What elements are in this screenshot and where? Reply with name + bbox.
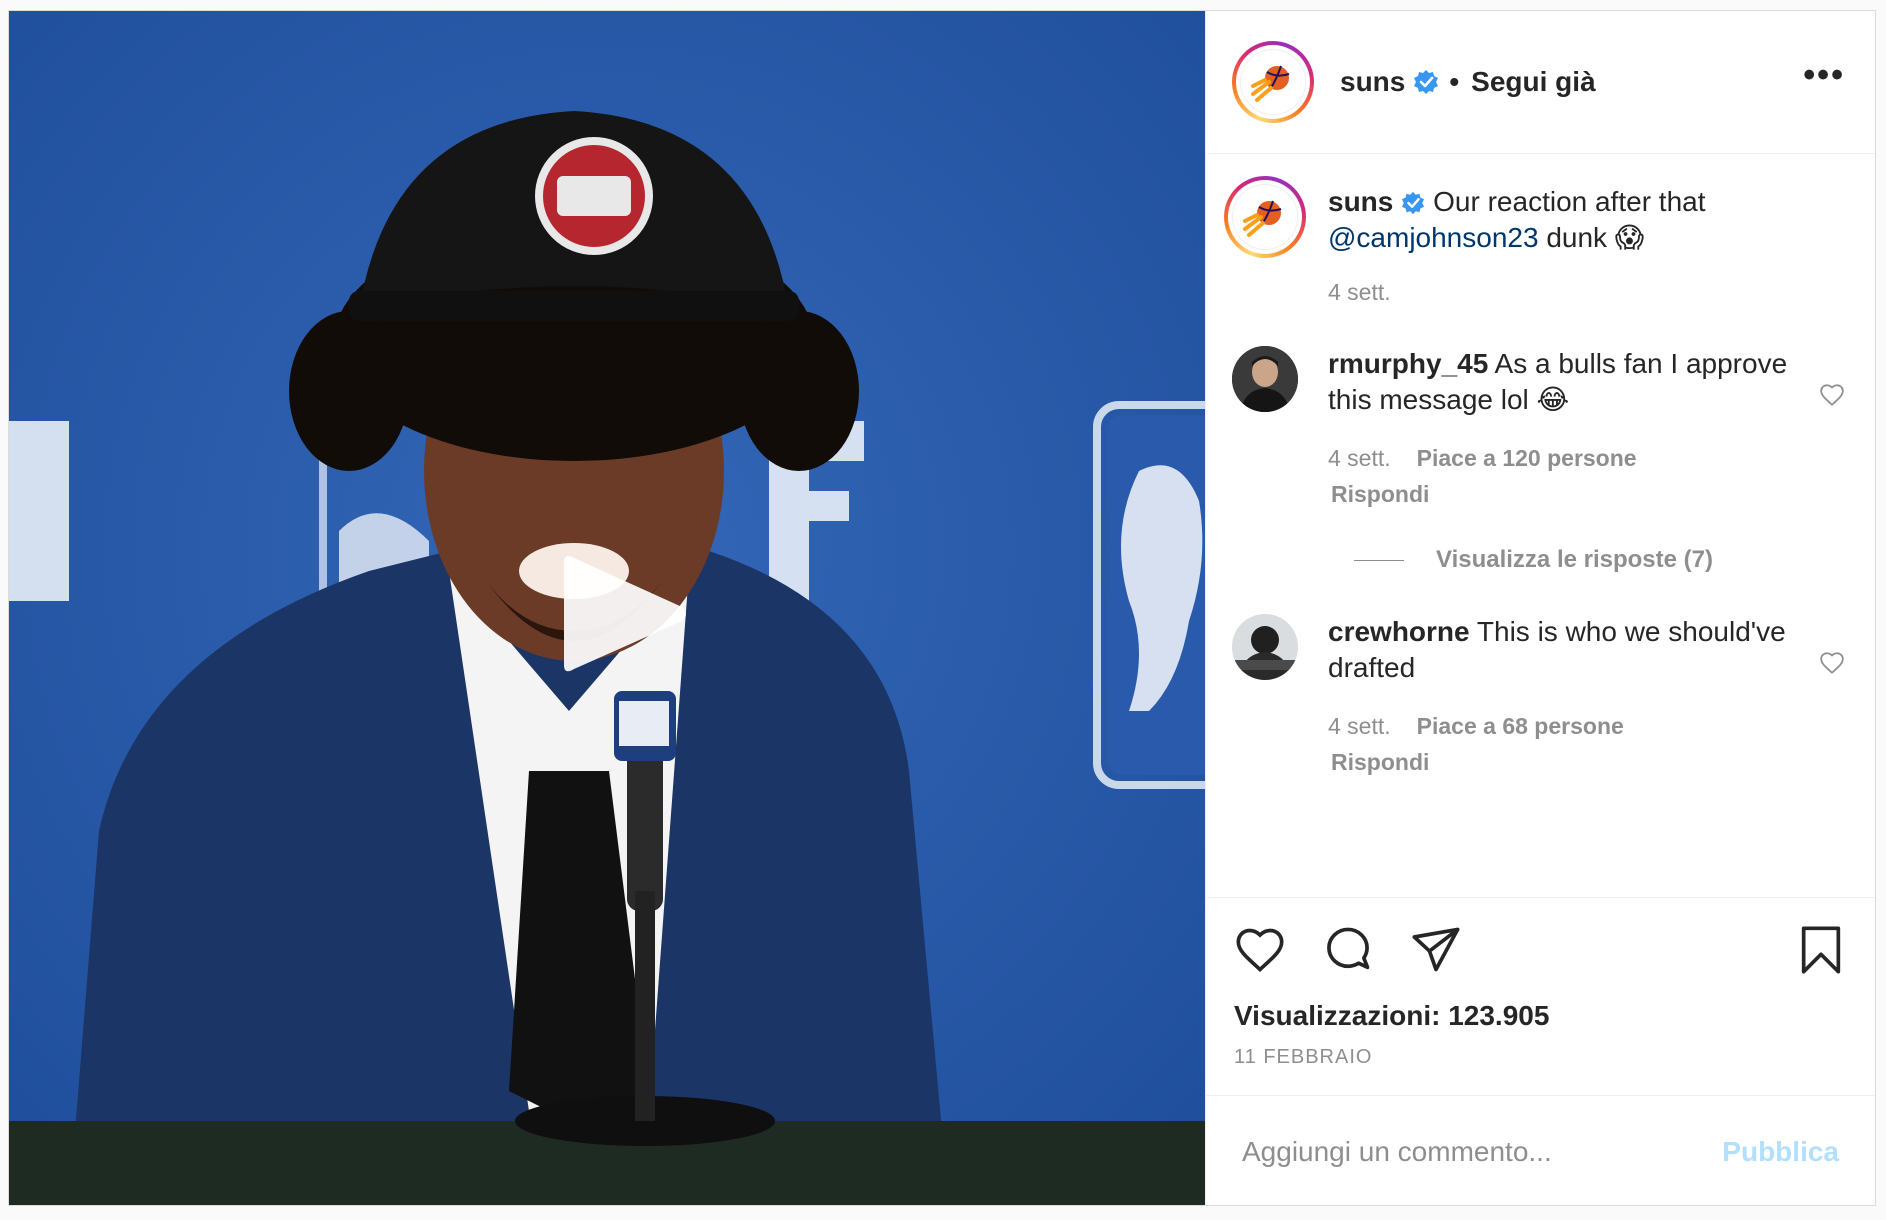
comment-likes[interactable]: Piace a 120 persone (1417, 445, 1637, 471)
caption: suns Our reaction after that @camjohnson… (1224, 176, 1845, 310)
avatar-frame (1228, 180, 1302, 254)
replies-divider (1354, 559, 1404, 561)
comment-username[interactable]: rmurphy_45 (1328, 348, 1488, 379)
comment-likes[interactable]: Piace a 68 persone (1417, 713, 1624, 739)
header-username[interactable]: suns (1340, 66, 1405, 98)
caption-time[interactable]: 4 sett. (1328, 279, 1391, 305)
view-replies-label: Visualizza le risposte (7) (1436, 546, 1713, 573)
post-actions: Visualizzazioni: 123.905 11 FEBBRAIO (1206, 897, 1875, 1095)
account-avatar[interactable] (1232, 41, 1314, 123)
post-sidebar: suns • Segui già ••• suns Our reaction a… (1205, 11, 1875, 1205)
reply-button[interactable]: Rispondi (1331, 476, 1762, 512)
comment-meta: 4 sett. Piace a 120 persone Rispondi (1328, 440, 1788, 512)
comment-time[interactable]: 4 sett. (1328, 713, 1391, 739)
reply-button[interactable]: Rispondi (1331, 744, 1762, 780)
user-photo (1232, 346, 1298, 412)
comment-item: rmurphy_45 As a bulls fan I approve this… (1232, 346, 1845, 512)
caption-text-before: Our reaction after that (1433, 186, 1706, 217)
verified-badge-icon (1402, 191, 1425, 215)
comment-body: rmurphy_45 As a bulls fan I approve this… (1328, 346, 1788, 512)
sun-basketball-icon (1251, 65, 1290, 102)
view-replies-button[interactable]: Visualizza le risposte (7) (1354, 546, 1845, 574)
comment-text: crewhorne This is who we should've draft… (1328, 614, 1788, 686)
heart-icon[interactable] (1819, 650, 1845, 676)
instagram-post: suns • Segui già ••• suns Our reaction a… (8, 10, 1876, 1206)
publish-button[interactable]: Pubblica (1722, 1136, 1839, 1168)
view-count[interactable]: Visualizzazioni: 123.905 (1234, 1000, 1847, 1032)
caption-mention-link[interactable]: @camjohnson23 (1328, 222, 1539, 253)
suns-logo-icon (1240, 49, 1306, 115)
comment-input[interactable] (1242, 1135, 1723, 1168)
caption-text: suns Our reaction after that @camjohnson… (1328, 184, 1788, 256)
bookmark-icon[interactable] (1795, 924, 1847, 976)
comment-avatar[interactable] (1232, 346, 1298, 412)
user-photo (1232, 614, 1298, 680)
caption-text-after: dunk 😱 (1546, 222, 1645, 253)
caption-meta: 4 sett. (1328, 274, 1788, 310)
suns-logo-icon (1232, 184, 1298, 250)
heart-icon[interactable] (1234, 924, 1286, 976)
play-icon[interactable] (560, 549, 690, 679)
comments-section: suns Our reaction after that @camjohnson… (1206, 154, 1875, 897)
post-header: suns • Segui già ••• (1206, 11, 1875, 154)
verified-badge-icon (1414, 70, 1439, 94)
caption-body: suns Our reaction after that @camjohnson… (1328, 184, 1788, 310)
avatar-frame (1236, 45, 1310, 119)
heart-icon[interactable] (1819, 382, 1845, 408)
post-date[interactable]: 11 FEBBRAIO (1234, 1046, 1847, 1069)
action-icons (1234, 924, 1847, 976)
paper-plane-icon[interactable] (1410, 924, 1462, 976)
comment-avatar[interactable] (1232, 614, 1298, 680)
more-options-icon[interactable]: ••• (1803, 58, 1845, 106)
add-comment-bar: Pubblica (1206, 1095, 1875, 1205)
follow-status-button[interactable]: Segui già (1471, 66, 1595, 98)
caption-username[interactable]: suns (1328, 186, 1393, 217)
comment-meta: 4 sett. Piace a 68 persone Rispondi (1328, 708, 1788, 780)
post-video[interactable] (9, 11, 1205, 1205)
comment-body: crewhorne This is who we should've draft… (1328, 614, 1788, 780)
comment-text: rmurphy_45 As a bulls fan I approve this… (1328, 346, 1788, 418)
caption-avatar[interactable] (1224, 176, 1306, 258)
header-separator: • (1449, 66, 1460, 97)
comment-time[interactable]: 4 sett. (1328, 445, 1391, 471)
comment-username[interactable]: crewhorne (1328, 616, 1470, 647)
comment-bubble-icon[interactable] (1322, 924, 1374, 976)
sun-basketball-icon (1243, 200, 1282, 237)
comment-item: crewhorne This is who we should've draft… (1232, 614, 1845, 780)
